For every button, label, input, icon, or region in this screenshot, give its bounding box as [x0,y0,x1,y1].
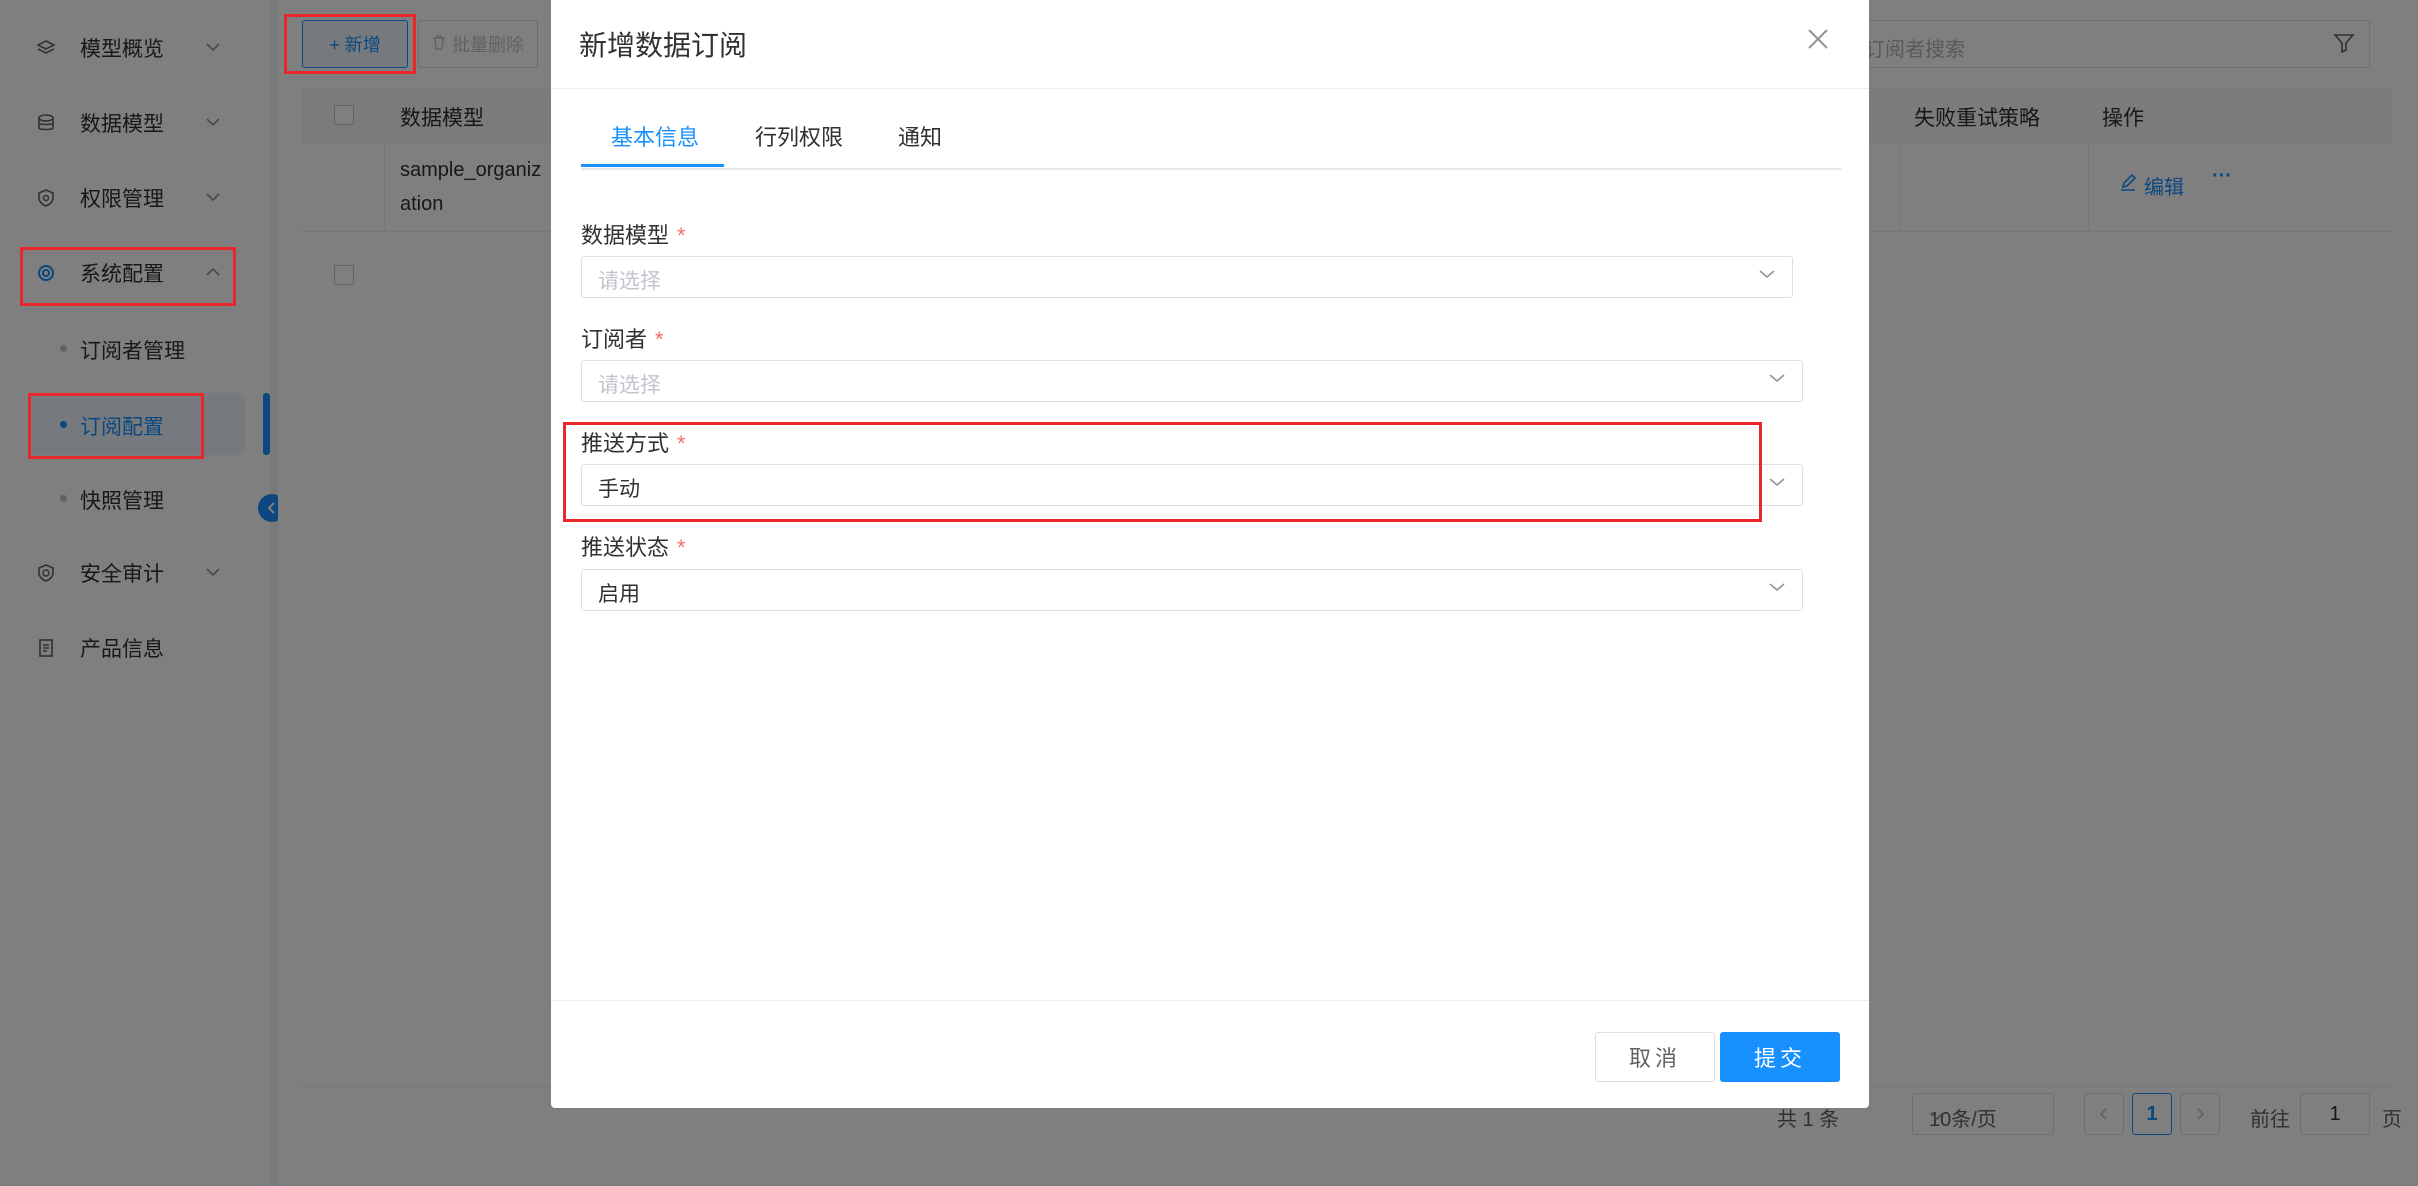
push-status-select[interactable]: 启用 [581,569,1803,611]
field-label-subscriber: 订阅者 * [581,322,664,354]
chevron-down-icon [1768,371,1786,389]
select-value: 启用 [598,583,640,606]
required-mark: * [655,327,664,352]
add-subscription-dialog: 新增数据订阅 基本信息 行列权限 通知 数据模型 * 请选择 订阅者 * 请选择 [551,0,1869,1108]
dialog-header-divider [551,88,1869,89]
dialog-footer-divider [551,1000,1869,1001]
data-model-select[interactable]: 请选择 [581,256,1793,298]
highlight-subscription-config [28,393,204,459]
label-text: 数据模型 [581,223,670,248]
required-mark: * [677,535,686,560]
highlight-add-button [284,14,416,74]
tab-basic-info[interactable]: 基本信息 [611,120,699,152]
chevron-down-icon [1768,475,1786,493]
field-label-data-model: 数据模型 * [581,218,686,250]
label-text: 订阅者 [581,327,648,352]
field-label-push-status: 推送状态 * [581,530,686,562]
select-placeholder: 请选择 [598,374,661,397]
app-root: 模型概览 数据模型 权限管理 系统配置 订阅者管理 [0,0,2418,1186]
submit-button[interactable]: 提交 [1720,1032,1840,1082]
highlight-push-mode [563,422,1762,522]
dialog-title: 新增数据订阅 [579,30,748,61]
active-tab-indicator [581,164,724,167]
chevron-down-icon [1768,580,1786,598]
required-mark: * [677,223,686,248]
tab-row-column-permission[interactable]: 行列权限 [755,120,843,152]
dialog-tabs: 基本信息 行列权限 通知 [581,100,1841,170]
close-icon[interactable] [1803,24,1833,54]
highlight-system-config [20,247,236,306]
chevron-down-icon [1758,267,1776,285]
label-text: 推送状态 [581,535,670,560]
subscriber-select[interactable]: 请选择 [581,360,1803,402]
tab-notification[interactable]: 通知 [898,120,942,152]
select-placeholder: 请选择 [598,270,661,293]
cancel-button[interactable]: 取消 [1595,1032,1715,1082]
